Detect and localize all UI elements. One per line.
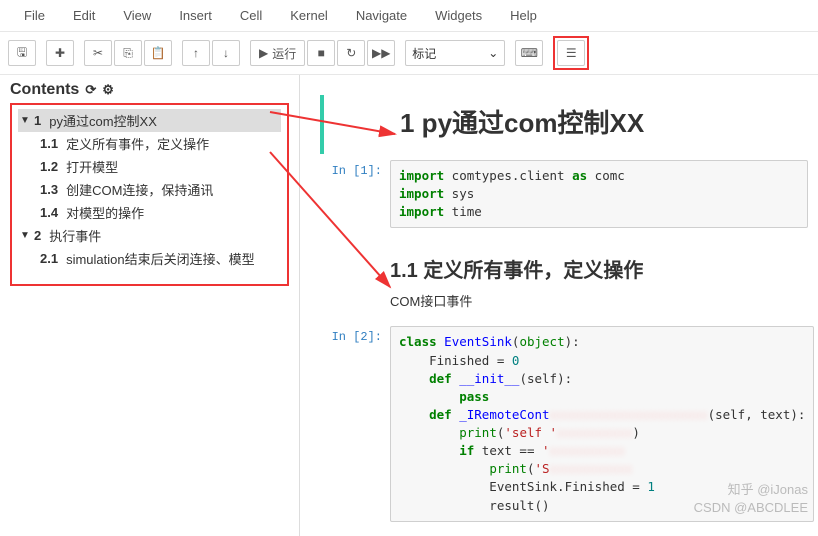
toolbar: 🖫 ✚ ✂ ⎘ 📋 ↑ ↓ ▶ 运行 ■ ↻ ▶▶ 标记 ⌄ ⌨ ☰ [0,32,818,75]
markdown-text: COM接口事件 [390,291,808,310]
run-label: 运行 [272,45,296,62]
run-all-button[interactable]: ▶▶ [367,40,395,66]
toc-item-1-1[interactable]: 1.1定义所有事件，定义操作 [18,132,281,155]
copy-icon: ⎘ [123,46,133,61]
cell-heading-1-1[interactable]: 1.1 定义所有事件，定义操作 COM接口事件 [320,234,818,320]
watermark: 知乎 @iJonas CSDN @ABCDLEE [694,481,808,517]
copy-button[interactable]: ⎘ [114,40,142,66]
move-up-button[interactable]: ↑ [182,40,210,66]
notebook-area: 1 py通过com控制XX In [1]: import comtypes.cl… [300,75,818,536]
chevron-down-icon: ⌄ [488,46,498,60]
menu-view[interactable]: View [109,4,165,27]
toc-item-1[interactable]: ▼ 1 py通过com控制XX [18,109,281,132]
cell-type-select[interactable]: 标记 ⌄ [405,40,505,66]
scissors-icon: ✂ [93,46,103,60]
collapse-icon[interactable]: ▼ [20,115,30,126]
cell-heading-1[interactable]: 1 py通过com控制XX [320,95,818,154]
toc-item-2[interactable]: ▼ 2 执行事件 [18,224,281,247]
save-icon: 🖫 [17,43,27,64]
stop-icon: ■ [318,46,325,60]
cell-type-label: 标记 [412,45,436,62]
restart-button[interactable]: ↻ [337,40,365,66]
prompt [330,95,400,154]
menu-widgets[interactable]: Widgets [421,4,496,27]
list-icon: ☰ [566,46,577,60]
command-palette-button[interactable]: ⌨ [515,40,543,66]
toc-item-1-4[interactable]: 1.4对模型的操作 [18,201,281,224]
arrow-down-icon: ↓ [223,46,229,60]
paste-icon: 📋 [151,46,166,60]
run-icon: ▶ [259,46,268,60]
menu-help[interactable]: Help [496,4,551,27]
stop-button[interactable]: ■ [307,40,335,66]
h1-title: 1 py通过com控制XX [400,103,808,140]
menu-edit[interactable]: Edit [59,4,109,27]
toc-title: Contents [10,81,79,99]
toc-list: ▼ 1 py通过com控制XX 1.1定义所有事件，定义操作 1.2打开模型 1… [10,103,289,286]
paste-button[interactable]: 📋 [144,40,172,66]
cut-button[interactable]: ✂ [84,40,112,66]
toc-item-1-2[interactable]: 1.2打开模型 [18,155,281,178]
menu-navigate[interactable]: Navigate [342,4,421,27]
menu-kernel[interactable]: Kernel [276,4,342,27]
keyboard-icon: ⌨ [521,46,538,60]
toc-toggle-button[interactable]: ☰ [557,40,585,66]
run-button[interactable]: ▶ 运行 [250,40,305,66]
toc-item-1-3[interactable]: 1.3创建COM连接，保持通讯 [18,178,281,201]
refresh-icon[interactable]: ⟳ [85,82,96,98]
toc-item-2-1[interactable]: 2.1simulation结束后关闭连接、模型 [18,247,281,270]
menu-cell[interactable]: Cell [226,4,276,27]
save-button[interactable]: 🖫 [8,40,36,66]
restart-icon: ↻ [346,46,356,60]
add-cell-button[interactable]: ✚ [46,40,74,66]
prompt-in-2: In [2]: [320,326,390,521]
code-cell-1[interactable]: In [1]: import comtypes.client as comc i… [320,160,818,228]
toc-header: Contents ⟳ ⚙ [10,81,289,99]
prompt-in-1: In [1]: [320,160,390,228]
menubar: File Edit View Insert Cell Kernel Naviga… [0,0,818,32]
move-down-button[interactable]: ↓ [212,40,240,66]
gear-icon[interactable]: ⚙ [102,82,114,98]
plus-icon: ✚ [55,46,65,60]
collapse-icon[interactable]: ▼ [20,230,30,241]
toc-sidebar: Contents ⟳ ⚙ ▼ 1 py通过com控制XX 1.1定义所有事件，定… [0,75,300,536]
arrow-up-icon: ↑ [193,46,199,60]
h2-title: 1.1 定义所有事件，定义操作 [390,254,808,283]
menu-file[interactable]: File [10,4,59,27]
fast-forward-icon: ▶▶ [372,46,390,60]
menu-insert[interactable]: Insert [165,4,226,27]
code-block: import comtypes.client as comc import sy… [390,160,808,228]
